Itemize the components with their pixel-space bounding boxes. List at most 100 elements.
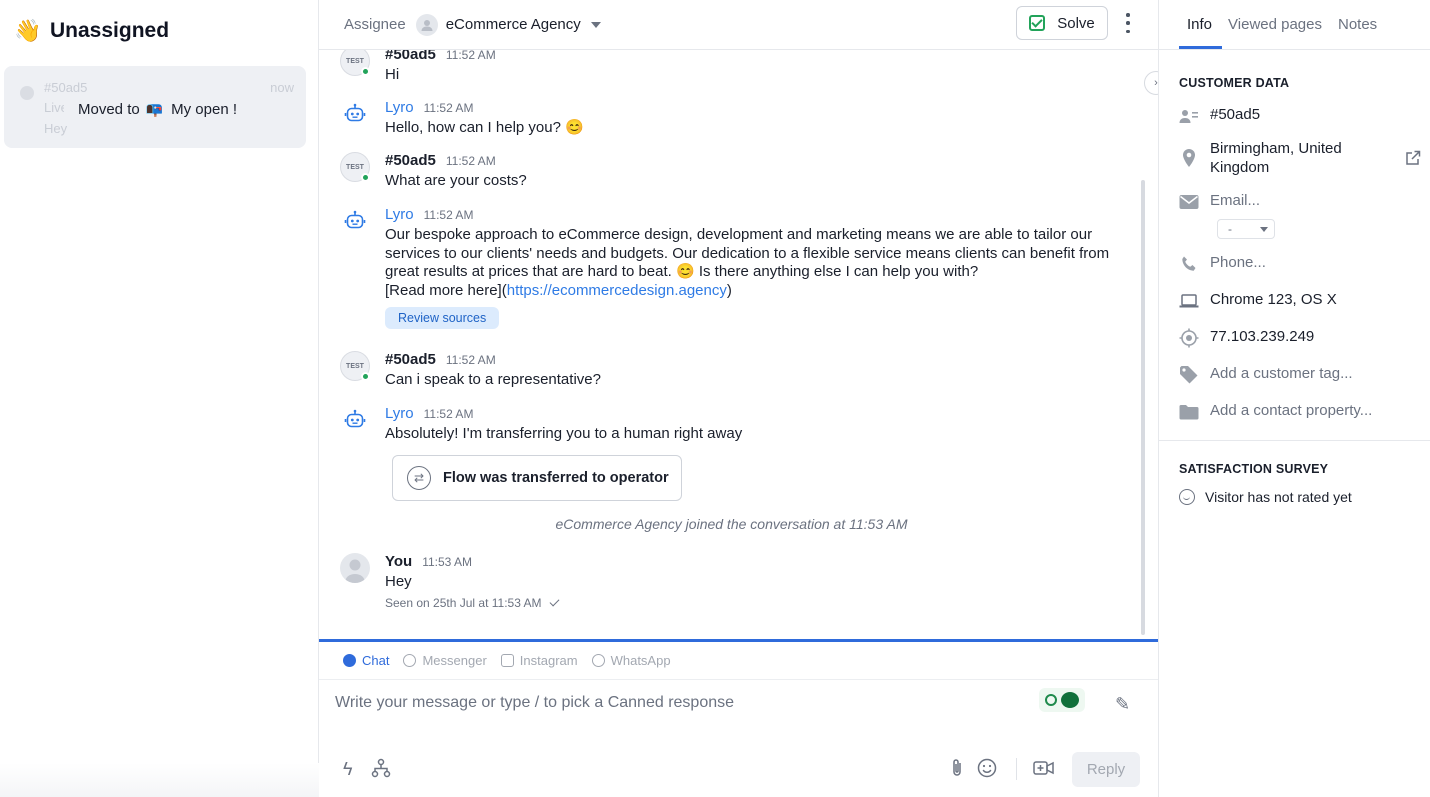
- lightbulb-icon: [1045, 694, 1057, 706]
- add-contact-property[interactable]: Add a contact property...: [1210, 402, 1372, 421]
- tag-icon: [1179, 365, 1199, 385]
- message-time: 11:52 AM: [445, 50, 496, 62]
- tab-viewed-pages[interactable]: Viewed pages: [1228, 16, 1322, 33]
- flow-tree-icon[interactable]: [371, 758, 391, 783]
- channel-tab-chat[interactable]: Chat: [343, 653, 389, 668]
- online-status-dot: [361, 67, 370, 76]
- agent-avatar: [340, 553, 370, 583]
- message-time: 11:52 AM: [423, 101, 474, 115]
- message-text: Hey: [385, 573, 412, 590]
- reply-button[interactable]: Reply: [1072, 752, 1140, 787]
- satisfaction-survey-title: SATISFACTION SURVEY: [1179, 462, 1329, 476]
- ai-assist-button[interactable]: [1039, 688, 1085, 712]
- moved-toast: Moved to 📭 My open !: [64, 96, 252, 122]
- email-field[interactable]: Email...: [1210, 192, 1260, 211]
- email-row[interactable]: Email...: [1179, 192, 1419, 212]
- emoji-icon[interactable]: [977, 758, 997, 783]
- solve-label: Solve: [1057, 14, 1095, 32]
- external-link-icon[interactable]: [1405, 150, 1421, 166]
- inbox-header: 👋 Unassigned: [0, 0, 318, 62]
- tab-notes[interactable]: Notes: [1338, 16, 1377, 33]
- conversation-list-item[interactable]: #50ad5 now Live Hey Moved to 📭 My open !: [4, 66, 306, 148]
- agent-joined-event: eCommerce Agency joined the conversation…: [555, 516, 908, 532]
- email-consent-select[interactable]: -: [1217, 219, 1275, 239]
- messenger-icon: [403, 654, 417, 667]
- active-tab-indicator: [1179, 46, 1222, 49]
- paperclip-icon[interactable]: [949, 758, 965, 783]
- whatsapp-icon: [591, 654, 605, 667]
- instagram-icon: [500, 654, 514, 667]
- survey-status: Visitor has not rated yet: [1205, 489, 1352, 505]
- conversation-visitor-id: #50ad5: [44, 80, 88, 95]
- visitor-id: #50ad5: [1210, 106, 1261, 123]
- channel-tab-messenger[interactable]: Messenger: [403, 653, 487, 668]
- conversation-time: now: [270, 80, 294, 95]
- message-thread[interactable]: TEST #50ad5 11:52 AM Hi Lyro 11:52 AM Hell…: [319, 50, 1158, 639]
- mailbox-icon: 📭: [145, 100, 164, 117]
- contact-property-row[interactable]: Add a contact property...: [1179, 402, 1419, 422]
- user-icon: [345, 559, 365, 583]
- more-options-icon[interactable]: [1124, 13, 1132, 33]
- robot-icon: [344, 409, 366, 428]
- solve-button[interactable]: Solve: [1016, 6, 1108, 40]
- ip-address: 77.103.239.249: [1210, 328, 1315, 345]
- envelope-icon: [1179, 192, 1199, 212]
- chat-bubble-icon: [1061, 692, 1079, 708]
- video-call-icon[interactable]: [1033, 758, 1055, 783]
- message-text: What are your costs?: [385, 172, 527, 189]
- message-author: You: [385, 553, 413, 570]
- contact-card-icon: [1179, 106, 1199, 126]
- visitor-avatar: [20, 86, 34, 100]
- location-text: Birmingham, United Kingdom: [1210, 140, 1342, 176]
- waving-hand-icon: 👋: [14, 18, 42, 43]
- robot-icon: [344, 210, 366, 229]
- bot-avatar: [340, 99, 370, 129]
- assignee-label: Assignee: [344, 16, 406, 33]
- list-footer-fade: [0, 763, 319, 797]
- review-sources-button[interactable]: Review sources: [385, 307, 500, 329]
- lightning-icon[interactable]: ϟ: [343, 758, 353, 780]
- transfer-event-text: Flow was transferred to operator: [443, 470, 669, 486]
- message-author: #50ad5: [385, 351, 436, 368]
- bot-avatar: [340, 405, 370, 435]
- ip-row: 77.103.239.249: [1179, 328, 1419, 348]
- message-text: Our bespoke approach to eCommerce design…: [385, 226, 1110, 299]
- tab-info[interactable]: Info: [1187, 16, 1212, 33]
- conversation-last-message: Hey: [44, 121, 68, 136]
- customer-data-title: CUSTOMER DATA: [1179, 76, 1290, 90]
- flow-transfer-event: ⇄ Flow was transferred to operator: [392, 455, 682, 501]
- assignee-dropdown[interactable]: eCommerce Agency: [446, 16, 581, 33]
- channel-tab-instagram[interactable]: Instagram: [500, 653, 578, 668]
- survey-status-row: Visitor has not rated yet: [1179, 489, 1352, 505]
- magic-wand-icon[interactable]: ✎: [1115, 694, 1130, 715]
- message-time: 11:53 AM: [422, 555, 473, 569]
- toast-prefix: Moved to: [78, 100, 140, 118]
- assignee-avatar[interactable]: [415, 13, 438, 36]
- chevron-down-icon[interactable]: [590, 21, 601, 28]
- message-time: 11:52 AM: [423, 208, 474, 222]
- browser-os: Chrome 123, OS X: [1210, 291, 1337, 308]
- add-customer-tag[interactable]: Add a customer tag...: [1210, 365, 1353, 384]
- phone-field[interactable]: Phone...: [1210, 254, 1266, 273]
- thread-scrollbar[interactable]: [1141, 180, 1145, 635]
- sidebar-tabs: Info Viewed pages Notes: [1159, 0, 1430, 50]
- visitor-id-row: #50ad5: [1179, 106, 1419, 126]
- smiley-icon: [1179, 489, 1195, 505]
- bot-avatar: [340, 206, 370, 236]
- location-row: Birmingham, United Kingdom: [1179, 140, 1419, 177]
- customer-tag-row[interactable]: Add a customer tag...: [1179, 365, 1419, 385]
- visitor-avatar: TEST: [340, 351, 370, 381]
- laptop-icon: [1179, 291, 1199, 311]
- message-text: Hi: [385, 66, 400, 83]
- channel-tab-whatsapp[interactable]: WhatsApp: [591, 653, 671, 668]
- read-more-link[interactable]: https://ecommercedesign.agency: [507, 282, 727, 299]
- message-author: #50ad5: [385, 152, 436, 169]
- message-time: 11:52 AM: [445, 154, 496, 168]
- toolbar-divider: [1016, 758, 1017, 780]
- folder-icon: [1179, 402, 1199, 422]
- checkbox-icon: [1029, 15, 1046, 31]
- message-input[interactable]: [335, 694, 1025, 712]
- transfer-arrows-icon: ⇄: [407, 466, 431, 490]
- phone-row[interactable]: Phone...: [1179, 254, 1419, 274]
- chevron-down-icon: [1260, 227, 1268, 232]
